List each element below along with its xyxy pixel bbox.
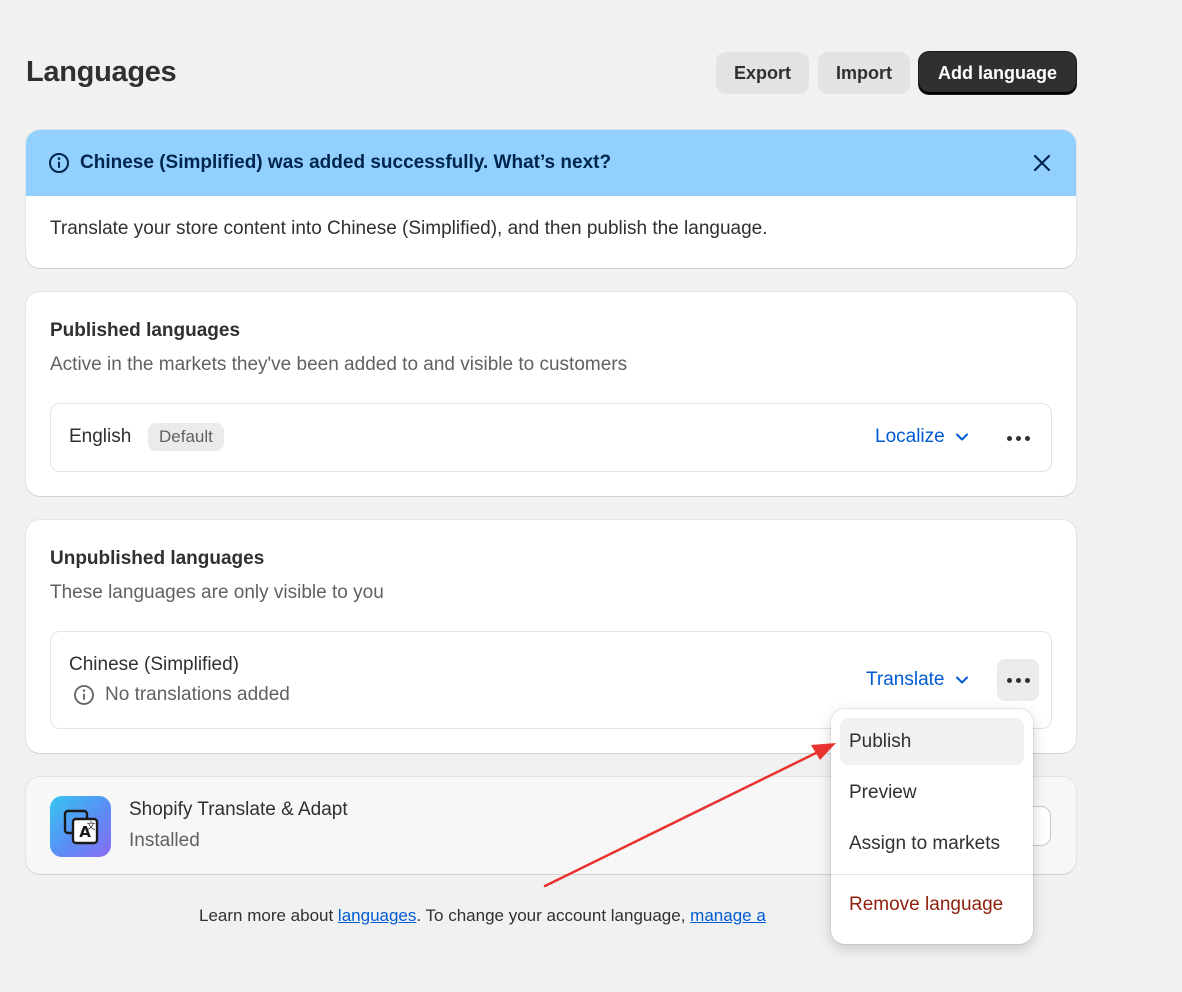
published-languages-card: Published languages Active in the market… [26,292,1076,496]
svg-text:文: 文 [86,820,95,832]
localize-button[interactable]: Localize [875,426,969,448]
menu-item-publish[interactable]: Publish [840,718,1024,765]
ellipsis-icon [1006,435,1030,441]
import-button[interactable]: Import [818,52,910,94]
translate-button[interactable]: Translate [866,669,969,691]
chevron-down-icon [955,433,968,441]
language-name: English [69,426,132,447]
page-title: Languages [26,56,177,88]
ellipsis-icon [1006,677,1030,683]
success-banner: Chinese (Simplified) was added successfu… [26,130,1076,268]
translate-app-icon: A 文 [50,796,111,857]
translation-status: No translations added [73,684,290,706]
footer-middle: . To change your account language, [416,906,691,925]
language-name: Chinese (Simplified) [69,654,240,675]
translate-label: Translate [866,669,945,690]
menu-item-remove-language[interactable]: Remove language [840,881,1024,928]
default-badge: Default [148,423,224,451]
banner-header: Chinese (Simplified) was added successfu… [26,130,1076,196]
published-title: Published languages [50,320,241,341]
languages-link[interactable]: languages [338,906,416,925]
chevron-down-icon [955,676,968,684]
published-subtitle: Active in the markets they've been added… [50,354,628,375]
menu-item-assign-to-markets[interactable]: Assign to markets [840,820,1024,867]
info-icon [48,152,70,174]
close-icon[interactable] [1030,151,1054,175]
menu-item-preview[interactable]: Preview [840,769,1024,816]
unpublished-subtitle: These languages are only visible to you [50,582,384,603]
banner-body: Translate your store content into Chines… [50,218,768,239]
app-status: Installed [129,830,200,851]
header-actions: Export Import Add language [716,52,1076,94]
status-text: No translations added [105,684,290,705]
page-header: Languages Export Import Add language [26,52,1076,94]
app-name: Shopify Translate & Adapt [129,799,348,820]
menu-divider [831,874,1033,875]
banner-title: Chinese (Simplified) was added successfu… [80,152,612,173]
footer-prefix: Learn more about [199,906,338,925]
language-row-english: English Default Localize [50,403,1052,472]
localize-label: Localize [875,426,945,447]
export-button[interactable]: Export [716,52,809,94]
footer-help-text: Learn more about languages. To change yo… [199,906,766,926]
more-actions-button[interactable] [997,417,1039,459]
add-language-button[interactable]: Add language [919,52,1076,94]
manage-account-link[interactable]: manage a [690,906,766,925]
info-icon [74,685,94,705]
more-actions-button[interactable] [997,659,1039,701]
unpublished-title: Unpublished languages [50,548,265,569]
more-actions-menu: Publish Preview Assign to markets Remove… [831,709,1033,944]
